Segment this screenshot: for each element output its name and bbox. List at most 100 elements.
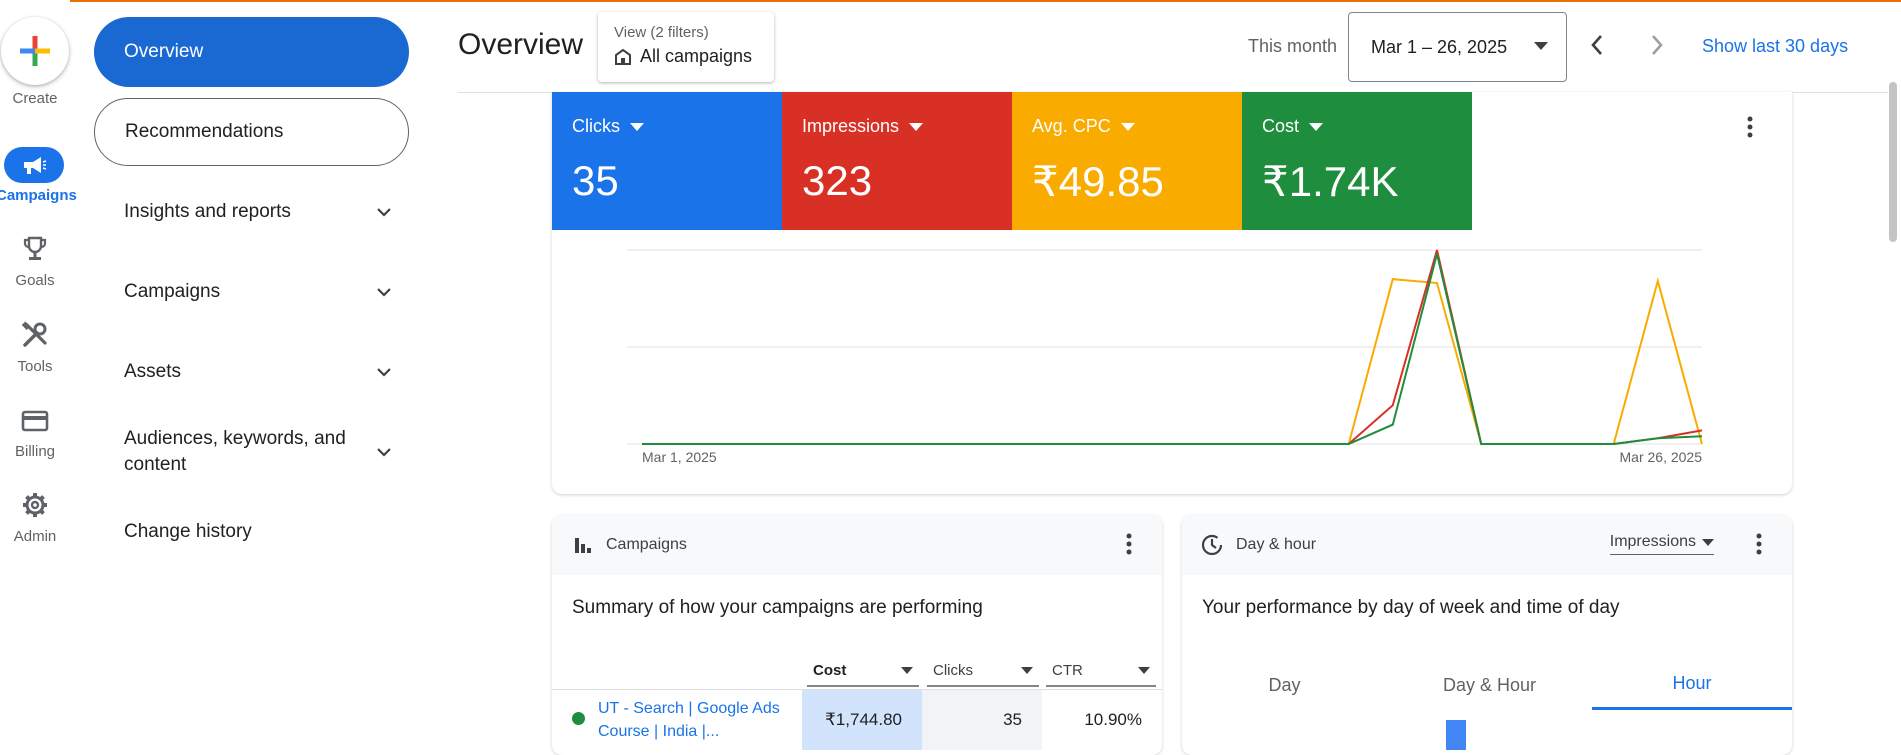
dropdown-arrow-icon: [1021, 666, 1033, 674]
rail-label-campaigns: Campaigns: [0, 187, 77, 204]
create-button[interactable]: [1, 17, 69, 85]
cell-ctr: 10.90%: [1084, 710, 1142, 729]
plus-icon: [20, 36, 50, 66]
metric-value: ₹49.85: [1032, 158, 1164, 205]
dropdown-arrow-icon: [1138, 666, 1150, 674]
dropdown-arrow-icon: [909, 122, 924, 131]
sub-navigation: Overview Recommendations Insights and re…: [80, 0, 420, 746]
more-vert-icon: [1756, 533, 1762, 555]
metric-label: Impressions: [802, 116, 900, 136]
metric-tile-clicks[interactable]: Clicks 35: [552, 92, 782, 230]
cell-clicks: 35: [922, 690, 1042, 750]
metric-tile-impressions[interactable]: Impressions 323: [782, 92, 1012, 230]
nav-assets-label: Assets: [124, 361, 182, 382]
dropdown-arrow-icon: [1309, 122, 1324, 131]
column-header-clicks[interactable]: Clicks: [927, 655, 1039, 687]
dropdown-arrow-icon: [901, 666, 913, 674]
more-vert-icon: [1747, 116, 1753, 138]
campaigns-card-title: Campaigns: [606, 536, 687, 553]
nav-campaigns-label: Campaigns: [124, 281, 221, 302]
campaign-name-link[interactable]: UT - Search | Google Ads Course | India …: [598, 697, 788, 743]
chevron-down-icon: [374, 442, 394, 462]
megaphone-icon: [24, 157, 47, 174]
day-hour-card-subtitle: Your performance by day of week and time…: [1202, 597, 1620, 618]
cell-cost: ₹1,744.80: [802, 690, 922, 750]
performance-card: Clicks 35 Impressions 323 Avg. CPC ₹49.8…: [552, 92, 1792, 494]
date-range-value: Mar 1 – 26, 2025: [1371, 36, 1508, 57]
series-line: [642, 277, 1703, 445]
metric-selector[interactable]: Impressions: [1609, 533, 1714, 555]
more-options-button[interactable]: [1126, 533, 1132, 560]
previous-period-button[interactable]: [1582, 30, 1612, 60]
x-axis-start-label: Mar 1, 2025: [642, 449, 717, 465]
chart-gridlines: [627, 249, 1702, 445]
column-header-cost[interactable]: Cost: [807, 655, 919, 687]
rail-label-goals: Goals: [15, 272, 55, 289]
metric-label: Clicks: [572, 116, 620, 136]
show-last-30-days-link[interactable]: Show last 30 days: [1702, 36, 1848, 57]
this-month-label: This month: [1248, 36, 1338, 56]
series-line: [642, 253, 1703, 445]
more-options-button[interactable]: [1738, 112, 1762, 142]
gear-icon: [23, 493, 47, 517]
metric-value: 35: [572, 157, 619, 204]
nav-insights-label: Insights and reports: [124, 201, 291, 222]
metric-value: 323: [802, 157, 873, 204]
more-options-button[interactable]: [1756, 533, 1762, 560]
metric-label: Avg. CPC: [1032, 116, 1111, 136]
metric-tile-cost[interactable]: Cost ₹1.74K: [1242, 92, 1472, 230]
dropdown-arrow-icon: [630, 122, 644, 131]
tab-hour[interactable]: Hour: [1592, 660, 1792, 710]
building-icon: [615, 48, 631, 65]
dropdown-arrow-icon: [1120, 122, 1135, 131]
metric-value: ₹1.74K: [1262, 158, 1399, 205]
chevron-right-icon: [1652, 35, 1663, 55]
create-label: Create: [12, 90, 58, 107]
bar-chart-icon: [575, 538, 591, 553]
tab-day[interactable]: Day: [1182, 660, 1387, 710]
column-header-label: CTR: [1052, 661, 1083, 679]
dropdown-arrow-icon: [1702, 538, 1714, 546]
metric-label: Cost: [1262, 116, 1300, 136]
chevron-down-icon: [374, 282, 394, 302]
scrollbar-thumb[interactable]: [1889, 82, 1897, 242]
rail-label-tools: Tools: [17, 358, 53, 375]
nav-assets[interactable]: Assets: [124, 358, 394, 386]
more-vert-icon: [1126, 533, 1132, 555]
left-rail: Create Campaigns Goals Tools Billing Adm…: [0, 0, 77, 746]
nav-change-history-label: Change history: [124, 521, 252, 542]
campaigns-card: Campaigns Summary of how your campaigns …: [552, 515, 1162, 755]
metric-tile-avg-cpc[interactable]: Avg. CPC ₹49.85: [1012, 92, 1242, 230]
rail-label-admin: Admin: [13, 528, 57, 545]
status-enabled-dot: [572, 712, 585, 725]
dropdown-arrow-icon: [1534, 42, 1548, 50]
clock-history-icon: [1201, 534, 1223, 556]
nav-audiences-keywords-content[interactable]: Audiences, keywords, and content: [124, 426, 394, 478]
nav-insights-and-reports[interactable]: Insights and reports: [124, 198, 394, 226]
next-period-button[interactable]: [1642, 30, 1672, 60]
chevron-down-icon: [374, 202, 394, 222]
rail-item-goals[interactable]: [17, 234, 53, 264]
view-filter-selector[interactable]: View (2 filters) All campaigns: [598, 12, 774, 82]
tools-icon: [21, 321, 47, 347]
nav-campaigns[interactable]: Campaigns: [124, 278, 394, 306]
column-header-ctr[interactable]: CTR: [1046, 655, 1156, 687]
nav-recommendations[interactable]: Recommendations: [94, 98, 409, 166]
nav-overview[interactable]: Overview: [94, 17, 409, 87]
column-header-label: Cost: [813, 661, 847, 679]
view-filters-label: View (2 filters): [614, 24, 709, 41]
chevron-left-icon: [1591, 35, 1602, 55]
nav-change-history[interactable]: Change history: [124, 518, 394, 546]
rail-label-billing: Billing: [14, 443, 56, 460]
rail-item-billing[interactable]: [17, 406, 53, 436]
tab-day-and-hour[interactable]: Day & Hour: [1387, 660, 1592, 710]
campaigns-card-subtitle: Summary of how your campaigns are perfor…: [572, 597, 983, 618]
day-and-hour-card: Day & hour Impressions Your performance …: [1182, 515, 1792, 755]
x-axis-end-label: Mar 26, 2025: [1620, 449, 1703, 465]
card-icon: [21, 410, 49, 432]
rail-item-admin[interactable]: [17, 490, 53, 520]
rail-item-tools[interactable]: [17, 320, 53, 350]
date-range-picker[interactable]: Mar 1 – 26, 2025: [1348, 12, 1567, 82]
rail-item-campaigns[interactable]: [4, 147, 64, 183]
column-header-label: Clicks: [933, 661, 973, 679]
